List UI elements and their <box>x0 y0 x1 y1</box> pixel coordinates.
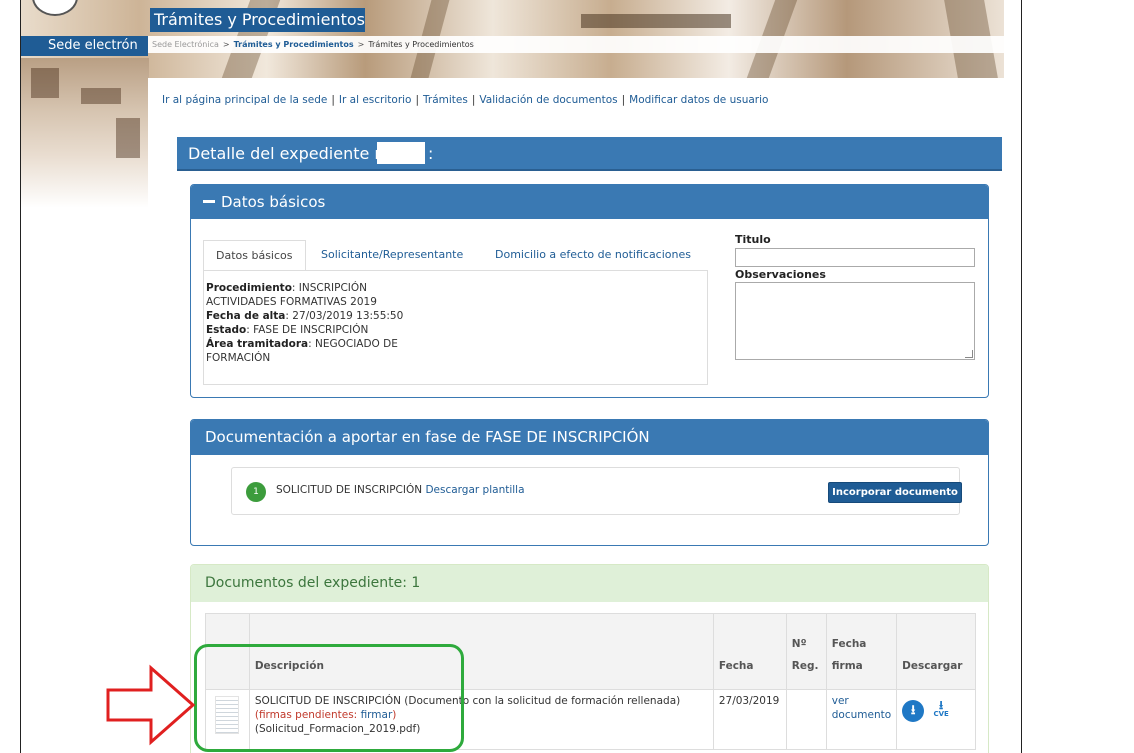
field-label-procedimiento: Procedimiento <box>206 282 292 294</box>
document-fecha: 27/03/2019 <box>712 689 787 750</box>
titulo-input[interactable] <box>735 248 975 267</box>
window-border-left <box>20 0 21 753</box>
datos-basicos-content: Procedimiento: INSCRIPCIÓN ACTIVIDADES F… <box>203 270 708 385</box>
expediente-detail-header: Detalle del expediente nº : <box>177 137 1002 171</box>
document-nreg <box>785 689 827 750</box>
redacted-expediente-number <box>377 142 425 164</box>
tab-datos-basicos[interactable]: Datos básicos <box>203 240 306 270</box>
red-arrow-annotation-icon <box>106 664 196 746</box>
ver-documento-link[interactable]: ver documento <box>832 695 891 721</box>
tab-solicitante[interactable]: Solicitante/Representante <box>321 240 463 270</box>
window-border-right <box>1021 0 1022 753</box>
field-value-fecha-alta: : 27/03/2019 13:55:50 <box>285 310 404 322</box>
page-title: Detalle del expediente nº <box>188 144 393 163</box>
header-side-photo <box>21 58 149 208</box>
required-document-row: 1 SOLICITUD DE INSCRIPCIÓN Descargar pla… <box>231 467 962 515</box>
collapse-icon <box>203 200 215 203</box>
documentos-panel-title: Documentos del expediente: 1 <box>191 565 988 602</box>
field-value-estado: : FASE DE INSCRIPCIÓN <box>246 324 369 336</box>
breadcrumb-item-tramites[interactable]: Trámites y Procedimientos <box>234 40 354 49</box>
documentacion-panel: Documentación a aportar en fase de FASE … <box>190 419 989 546</box>
breadcrumb-item-current: Trámites y Procedimientos <box>368 40 474 49</box>
tab-domicilio[interactable]: Domicilio a efecto de notificaciones <box>495 240 691 270</box>
breadcrumb: Sede Electrónica > Trámites y Procedimient… <box>148 36 1004 53</box>
breadcrumb-item-sede[interactable]: Sede Electrónica <box>152 40 219 49</box>
resize-grip-icon[interactable] <box>965 350 973 358</box>
col-fecha: Fecha <box>712 613 787 690</box>
documentacion-panel-title: Documentación a aportar en fase de FASE … <box>191 420 988 455</box>
download-cve-icon[interactable]: ⭳ CVE <box>933 699 948 718</box>
highlight-annotation-box <box>194 644 464 752</box>
link-pagina-principal[interactable]: Ir al página principal de la sede <box>162 94 327 106</box>
field-label-estado: Estado <box>206 324 247 336</box>
datos-basicos-panel: Datos básicos Datos básicos Solicitante/… <box>190 184 989 398</box>
link-escritorio[interactable]: Ir al escritorio <box>339 94 412 106</box>
required-document-name: SOLICITUD DE INSCRIPCIÓN <box>276 484 423 496</box>
field-label-area: Área tramitadora <box>206 338 309 350</box>
col-descargar: Descargar <box>896 613 976 690</box>
top-nav: Ir al página principal de la sede | Ir al … <box>162 94 769 106</box>
incorporar-documento-button[interactable]: Incorporar documento <box>828 482 962 503</box>
observaciones-label: Observaciones <box>735 268 826 281</box>
col-fecha-firma: Fecha firma <box>825 613 898 690</box>
download-circle-icon[interactable]: ⭳ <box>902 700 925 722</box>
datos-basicos-toggle[interactable]: Datos básicos <box>191 185 988 219</box>
link-tramites[interactable]: Trámites <box>423 94 468 106</box>
observaciones-textarea[interactable] <box>735 282 975 360</box>
field-label-fecha-alta: Fecha de alta <box>206 310 286 322</box>
document-number-badge: 1 <box>246 482 266 502</box>
titulo-label: Titulo <box>735 233 771 246</box>
site-title: Trámites y Procedimientos <box>150 8 365 32</box>
col-nreg: Nº Reg. <box>785 613 827 690</box>
descargar-plantilla-link[interactable]: Descargar plantilla <box>425 484 524 496</box>
link-modificar-datos[interactable]: Modificar datos de usuario <box>629 94 768 106</box>
link-validacion[interactable]: Validación de documentos <box>479 94 617 106</box>
sede-label[interactable]: Sede electrón <box>21 36 148 56</box>
